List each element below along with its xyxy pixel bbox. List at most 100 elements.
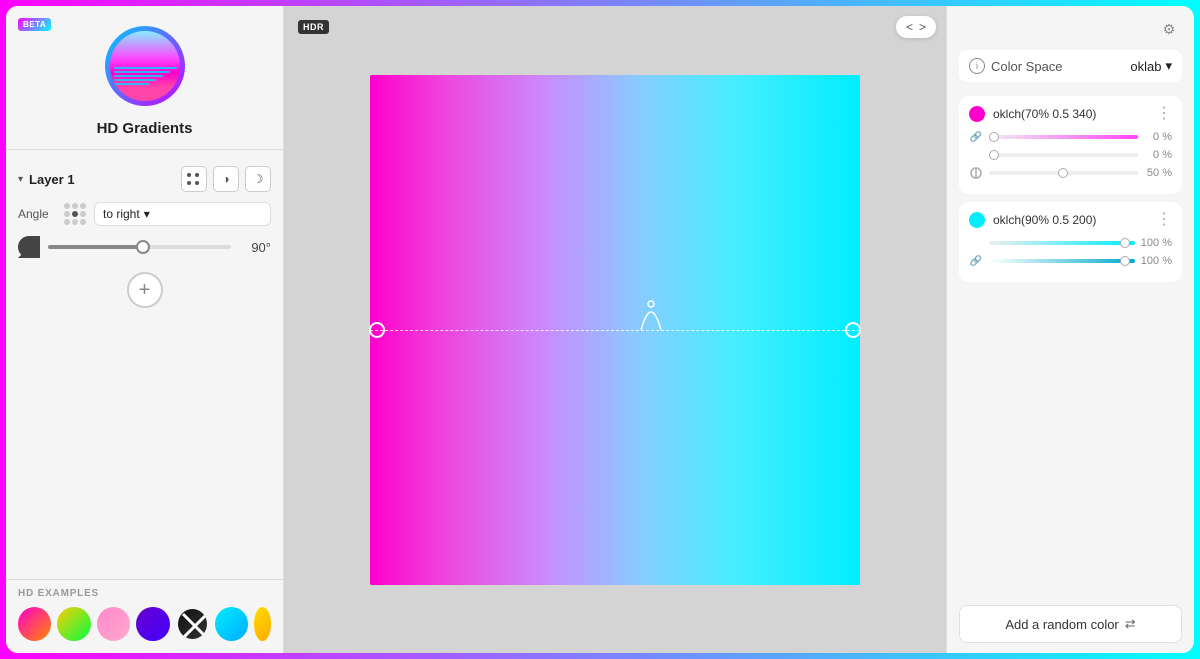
link-icon-1: 🔗 <box>969 130 983 144</box>
angle-slider-thumb[interactable] <box>136 240 150 254</box>
angle-slider-fill <box>48 245 140 249</box>
example-swatch-6[interactable] <box>215 607 248 641</box>
sidebar-divider <box>6 149 283 150</box>
color-stop-2-slider-1-value: 100 % <box>1141 237 1172 249</box>
logo-lines <box>110 65 180 87</box>
color-space-label: Color Space <box>991 59 1124 74</box>
grid-dot <box>195 181 199 185</box>
sidebar: BETA HD Gradients ▾ <box>6 6 284 653</box>
settings-icon[interactable]: ⚙ <box>1156 16 1182 42</box>
color-stop-1-more-icon[interactable]: ⋮ <box>1156 106 1172 122</box>
example-swatch-7[interactable] <box>254 607 271 641</box>
nav-arrows: < > <box>896 16 936 38</box>
dot <box>72 219 78 225</box>
add-layer-btn[interactable]: + <box>127 272 163 308</box>
color-stop-2-label: oklch(90% 0.5 200) <box>993 213 1148 227</box>
layer-chevron-icon[interactable]: ▾ <box>18 174 23 185</box>
color-stop-2-slider-2-row: 🔗 100 % <box>969 254 1172 268</box>
dot <box>72 203 78 209</box>
color-stop-1-slider-3-value: 50 % <box>1144 167 1172 179</box>
nav-left-arrow[interactable]: < <box>904 20 915 34</box>
info-icon[interactable]: i <box>969 58 985 74</box>
dot <box>64 211 70 217</box>
color-stop-1-slider-1-row: 🔗 0 % <box>969 130 1172 144</box>
color-stop-1-dot[interactable] <box>969 106 985 122</box>
logo <box>105 26 185 106</box>
hdr-badge: HDR <box>298 20 329 34</box>
add-random-color-btn[interactable]: Add a random color ⇄ <box>959 605 1182 643</box>
dot-active <box>72 211 78 217</box>
color-stop-1-slider-1[interactable] <box>989 135 1138 139</box>
color-stop-2-dot[interactable] <box>969 212 985 228</box>
logo-inner <box>110 31 180 101</box>
direction-select[interactable]: to right ▾ <box>94 202 271 226</box>
angle-icon <box>18 236 40 258</box>
color-stop-1-slider-2[interactable] <box>989 153 1138 157</box>
example-swatch-2[interactable] <box>57 607 90 641</box>
examples-label: HD EXAMPLES <box>18 588 271 599</box>
example-swatch-1[interactable] <box>18 607 51 641</box>
color-space-value: oklab <box>1130 59 1161 74</box>
layer-moon-icon-btn[interactable]: ☽ <box>245 166 271 192</box>
app-container: BETA HD Gradients ▾ <box>6 6 1194 653</box>
example-swatch-3[interactable] <box>97 607 130 641</box>
layer-name: Layer 1 <box>29 172 75 187</box>
dot <box>80 211 86 217</box>
dot <box>80 203 86 209</box>
shuffle-icon: ⇄ <box>1125 616 1136 632</box>
add-random-label: Add a random color <box>1005 617 1118 632</box>
add-layer-btn-row: + <box>18 272 271 308</box>
color-stop-2-slider-1-row: 100 % <box>969 236 1172 250</box>
color-space-select[interactable]: oklab ▾ <box>1130 58 1172 74</box>
color-stop-1-slider-1-value: 0 % <box>1144 131 1172 143</box>
layer-halfcircle-icon-btn[interactable]: ◑ <box>213 166 239 192</box>
link-icon-2 <box>969 236 983 250</box>
angle-slider-row: 90° <box>18 236 271 258</box>
color-stop-2-slider-1-thumb[interactable] <box>1120 238 1130 248</box>
beta-badge: BETA <box>18 18 51 31</box>
gradient-canvas[interactable] <box>370 75 860 585</box>
examples-row <box>18 607 271 641</box>
grid-dot <box>187 173 191 177</box>
direction-dots[interactable] <box>64 203 86 225</box>
color-stop-1-header: oklch(70% 0.5 340) ⋮ <box>969 106 1172 122</box>
example-swatch-4[interactable] <box>136 607 169 641</box>
color-stop-1-label: oklch(70% 0.5 340) <box>993 107 1148 121</box>
nav-right-arrow[interactable]: > <box>917 20 928 34</box>
grid-dot <box>195 173 199 177</box>
direction-chevron-icon: ▾ <box>144 207 150 221</box>
color-stop-1-slider-1-thumb[interactable] <box>989 132 999 142</box>
layer-section: ▾ Layer 1 ◑ ☽ Angle <box>6 158 283 579</box>
color-stop-1-slider-2-row: 0 % <box>969 148 1172 162</box>
dot <box>64 219 70 225</box>
midpoint-icon <box>969 166 983 180</box>
color-stop-1-slider-2-value: 0 % <box>1144 149 1172 161</box>
direction-value: to right <box>103 207 140 221</box>
layer-grid-icon-btn[interactable] <box>181 166 207 192</box>
color-stop-1-slider-3-thumb[interactable] <box>1058 168 1068 178</box>
color-stop-2-slider-2-thumb[interactable] <box>1120 256 1130 266</box>
color-stop-2-slider-1[interactable] <box>989 241 1135 245</box>
angle-slider[interactable] <box>48 245 231 249</box>
layer-header: ▾ Layer 1 ◑ ☽ <box>18 166 271 192</box>
app-title: HD Gradients <box>97 120 193 137</box>
color-stop-1-slider-2-thumb[interactable] <box>989 150 999 160</box>
color-stop-2-header: oklch(90% 0.5 200) ⋮ <box>969 212 1172 228</box>
angle-row: Angle to right ▾ <box>18 202 271 226</box>
canvas-area: HDR < > <box>284 6 946 653</box>
color-stop-1-slider-3-row: 50 % <box>969 166 1172 180</box>
color-stop-2-slider-2[interactable] <box>989 259 1135 263</box>
dot <box>64 203 70 209</box>
layer-title-row: ▾ Layer 1 <box>18 172 75 187</box>
color-stop-1-slider-3[interactable] <box>989 171 1138 175</box>
color-stop-2-more-icon[interactable]: ⋮ <box>1156 212 1172 228</box>
settings-icon-row: ⚙ <box>959 16 1182 42</box>
angle-value: 90° <box>239 240 271 255</box>
layer-icons: ◑ ☽ <box>181 166 271 192</box>
dot <box>80 219 86 225</box>
link-icon-3: 🔗 <box>969 254 983 268</box>
example-swatch-5[interactable] <box>176 607 209 641</box>
examples-section: HD EXAMPLES <box>6 579 283 653</box>
grid-dot <box>187 181 191 185</box>
right-panel: ⚙ i Color Space oklab ▾ oklch(70% 0.5 34… <box>946 6 1194 653</box>
